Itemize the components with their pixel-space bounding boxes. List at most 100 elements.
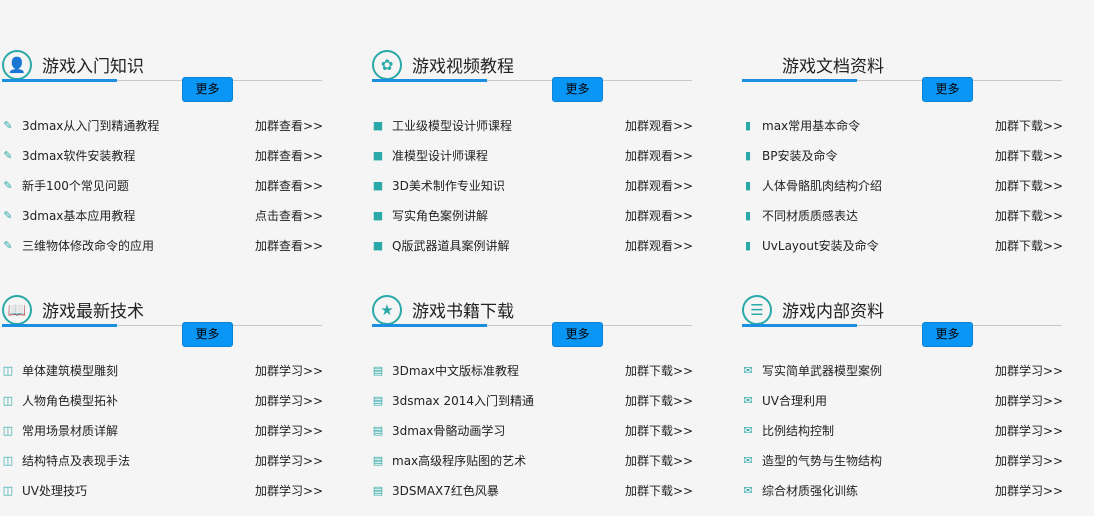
chat-icon: ◫ [2, 453, 14, 467]
more-button[interactable]: 更多 [552, 322, 603, 347]
section-header: 游戏文档资料 更多 [742, 42, 1062, 102]
item-action-link[interactable]: 加群下载>> [995, 207, 1063, 224]
item-action-link[interactable]: 加群下载>> [995, 237, 1063, 254]
item-action-link[interactable]: 加群学习>> [995, 482, 1063, 499]
list-item: ◫ 单体建筑模型雕刻 加群学习>> [2, 355, 323, 385]
item-list: ✉ 写实简单武器模型案例 加群学习>> ✉ UV合理利用 加群学习>> ✉ 比例… [742, 355, 1063, 505]
title-underline [372, 324, 487, 327]
more-button[interactable]: 更多 [182, 322, 233, 347]
envelope-icon: ✉ [743, 483, 753, 497]
item-action-link[interactable]: 加群下载>> [995, 117, 1063, 134]
list-item: ▤ max高级程序贴图的艺术 加群下载>> [372, 445, 693, 475]
item-action-link[interactable]: 加群观看>> [625, 147, 693, 164]
item-action-link[interactable]: 加群下载>> [625, 422, 693, 439]
item-action-link[interactable]: 加群学习>> [255, 392, 323, 409]
video-camera-icon: ■ [372, 118, 384, 132]
list-item: ◫ UV处理技巧 加群学习>> [2, 475, 323, 505]
item-action-link[interactable]: 加群下载>> [625, 362, 693, 379]
section-title: 游戏入门知识 [42, 57, 144, 77]
section-header: 👤 游戏入门知识 更多 [2, 42, 322, 102]
item-action-link[interactable]: 加群查看>> [255, 117, 323, 134]
title-underline [2, 79, 117, 82]
section: 游戏文档资料 更多 ▮ max常用基本命令 加群下载>> ▮ BP安装及命令 加… [742, 42, 1063, 262]
section: ✿ 游戏视频教程 更多 ■ 工业级模型设计师课程 加群观看>> ■ 准模型设计师课… [372, 42, 693, 262]
list-item: ✉ 比例结构控制 加群学习>> [742, 415, 1063, 445]
title-underline [742, 324, 857, 327]
list-item: ■ 3D美术制作专业知识 加群观看>> [372, 170, 693, 200]
section: ☰ 游戏内部资料 更多 ✉ 写实简单武器模型案例 加群学习>> ✉ UV合理利用 … [742, 287, 1063, 507]
item-action-link[interactable]: 加群学习>> [995, 362, 1063, 379]
notebook-icon: ▤ [372, 363, 384, 377]
item-action-link[interactable]: 加群学习>> [255, 482, 323, 499]
list-item: ◫ 结构特点及表现手法 加群学习>> [2, 445, 323, 475]
item-action-link[interactable]: 加群下载>> [625, 452, 693, 469]
item-action-link[interactable]: 加群查看>> [255, 147, 323, 164]
item-action-link[interactable]: 加群学习>> [255, 452, 323, 469]
more-button[interactable]: 更多 [182, 77, 233, 102]
section: ★ 游戏书籍下载 更多 ▤ 3Dmax中文版标准教程 加群下载>> ▤ 3dsma… [372, 287, 693, 507]
chat-icon: ◫ [2, 423, 14, 437]
more-button[interactable]: 更多 [922, 322, 973, 347]
list-item: ▤ 3DSMAX7红色风暴 加群下载>> [372, 475, 693, 505]
item-list: ◫ 单体建筑模型雕刻 加群学习>> ◫ 人物角色模型拓补 加群学习>> ◫ 常用… [2, 355, 323, 505]
bar-chart-icon: ▮ [744, 118, 752, 132]
item-action-link[interactable]: 加群下载>> [625, 482, 693, 499]
item-list: ▤ 3Dmax中文版标准教程 加群下载>> ▤ 3dsmax 2014入门到精通… [372, 355, 693, 505]
envelope-icon: ✉ [743, 393, 753, 407]
item-list: ✎ 3dmax从入门到精通教程 加群查看>> ✎ 3dmax软件安装教程 加群查… [2, 110, 323, 260]
item-action-link[interactable]: 加群学习>> [255, 422, 323, 439]
item-action-link[interactable]: 加群学习>> [995, 392, 1063, 409]
item-action-link[interactable]: 加群观看>> [625, 117, 693, 134]
chat-icon: ◫ [2, 483, 14, 497]
item-action-link[interactable]: 加群学习>> [995, 422, 1063, 439]
item-action-link[interactable]: 加群学习>> [255, 362, 323, 379]
section-header: ✿ 游戏视频教程 更多 [372, 42, 692, 102]
feather-icon: ✎ [3, 238, 13, 252]
list-icon: ☰ [742, 295, 772, 325]
list-item: ▤ 3Dmax中文版标准教程 加群下载>> [372, 355, 693, 385]
item-action-link[interactable]: 加群观看>> [625, 207, 693, 224]
document-star-icon: ★ [372, 295, 402, 325]
notebook-icon: ▤ [372, 453, 384, 467]
title-underline [2, 324, 117, 327]
more-button[interactable]: 更多 [922, 77, 973, 102]
feather-icon: ✎ [3, 178, 13, 192]
bar-chart-icon: ▮ [744, 238, 752, 252]
item-action-link[interactable]: 加群观看>> [625, 237, 693, 254]
list-item: ▮ max常用基本命令 加群下载>> [742, 110, 1063, 140]
item-list: ▮ max常用基本命令 加群下载>> ▮ BP安装及命令 加群下载>> ▮ 人体… [742, 110, 1063, 260]
list-item: ■ 工业级模型设计师课程 加群观看>> [372, 110, 693, 140]
video-camera-icon: ■ [372, 208, 384, 222]
chat-icon: ◫ [2, 363, 14, 377]
list-item: ✉ 综合材质强化训练 加群学习>> [742, 475, 1063, 505]
list-item: ▤ 3dsmax 2014入门到精通 加群下载>> [372, 385, 693, 415]
envelope-icon: ✉ [743, 363, 753, 377]
item-action-link[interactable]: 加群下载>> [625, 392, 693, 409]
item-list: ■ 工业级模型设计师课程 加群观看>> ■ 准模型设计师课程 加群观看>> ■ … [372, 110, 693, 260]
list-item: ✎ 新手100个常见问题 加群查看>> [2, 170, 323, 200]
item-action-link[interactable]: 加群下载>> [995, 147, 1063, 164]
section-header: ☰ 游戏内部资料 更多 [742, 287, 1062, 347]
title-underline [742, 79, 857, 82]
list-item: ✉ 写实简单武器模型案例 加群学习>> [742, 355, 1063, 385]
feather-icon: ✎ [3, 148, 13, 162]
item-action-link[interactable]: 加群学习>> [995, 452, 1063, 469]
list-item: ■ Q版武器道具案例讲解 加群观看>> [372, 230, 693, 260]
item-action-link[interactable]: 加群观看>> [625, 177, 693, 194]
more-button[interactable]: 更多 [552, 77, 603, 102]
list-item: ◫ 常用场景材质详解 加群学习>> [2, 415, 323, 445]
list-item: ◫ 人物角色模型拓补 加群学习>> [2, 385, 323, 415]
list-item: ✎ 3dmax软件安装教程 加群查看>> [2, 140, 323, 170]
bar-chart-icon: ▮ [744, 178, 752, 192]
notebook-icon: ▤ [372, 423, 384, 437]
list-item: ▮ BP安装及命令 加群下载>> [742, 140, 1063, 170]
section-title: 游戏最新技术 [42, 302, 144, 322]
item-action-link[interactable]: 加群查看>> [255, 237, 323, 254]
video-camera-icon: ■ [372, 148, 384, 162]
list-item: ■ 写实角色案例讲解 加群观看>> [372, 200, 693, 230]
section: 📖 游戏最新技术 更多 ◫ 单体建筑模型雕刻 加群学习>> ◫ 人物角色模型拓补 … [2, 287, 323, 507]
item-action-link[interactable]: 加群查看>> [255, 177, 323, 194]
item-action-link[interactable]: 点击查看>> [255, 207, 323, 224]
section-title: 游戏视频教程 [412, 57, 514, 77]
item-action-link[interactable]: 加群下载>> [995, 177, 1063, 194]
